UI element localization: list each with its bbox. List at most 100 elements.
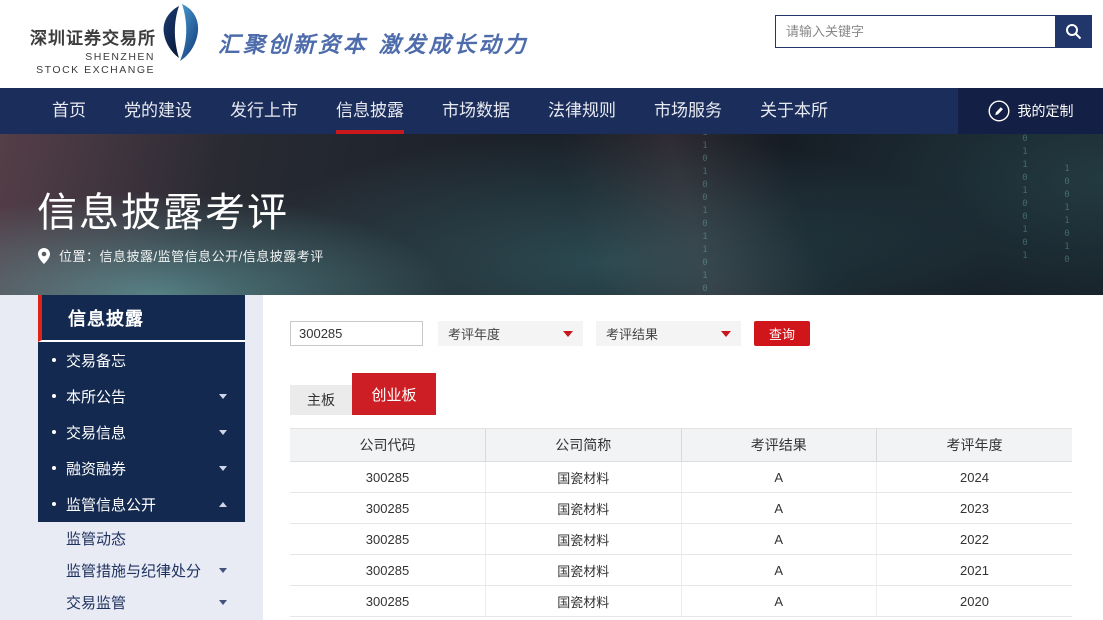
cell-eval-year: 2023 <box>877 493 1073 524</box>
sidebar-submenu: 监管动态 监管措施与纪律处分 交易监管 <box>38 522 245 618</box>
sidebar-item-label: 交易信息 <box>66 422 219 443</box>
table-row: 300285 国瓷材料 A 2023 <box>290 493 1072 524</box>
sidebar-item-label: 融资融券 <box>66 458 219 479</box>
search-input[interactable] <box>775 15 1055 48</box>
tab-main-board[interactable]: 主板 <box>290 385 352 415</box>
sidebar-item-regulatory-disclosure[interactable]: 监管信息公开 <box>38 486 245 522</box>
content-area: 信息披露 交易备忘 本所公告 交易信息 <box>0 295 1103 620</box>
company-code-input[interactable] <box>290 321 423 346</box>
nav-items: 首页 党的建设 发行上市 信息披露 市场数据 法律规则 市场服务 关于本所 <box>52 88 1103 134</box>
sidebar-item-trading-info[interactable]: 交易信息 <box>38 414 245 450</box>
sidebar-item-trading-memo[interactable]: 交易备忘 <box>38 342 245 378</box>
page-title: 信息披露考评 <box>37 180 289 238</box>
col-header-eval-year: 考评年度 <box>877 429 1073 462</box>
nav-item-listing[interactable]: 发行上市 <box>230 88 298 134</box>
cell-eval-year: 2020 <box>877 586 1073 617</box>
search-icon <box>1065 23 1082 40</box>
chevron-down-icon <box>219 466 227 471</box>
col-header-eval-result: 考评结果 <box>681 429 877 462</box>
dropdown-arrow-icon <box>721 331 731 337</box>
cell-company-name: 国瓷材料 <box>486 555 682 586</box>
slogan: 汇聚创新资本 激发成长动力 <box>218 27 529 59</box>
table-header-row: 公司代码 公司简称 考评结果 考评年度 <box>290 429 1072 462</box>
sidebar-subitem-measures-discipline[interactable]: 监管措施与纪律处分 <box>38 554 245 586</box>
sidebar-subitem-trading-supervision[interactable]: 交易监管 <box>38 586 245 618</box>
my-customization-button[interactable]: 我的定制 <box>958 88 1103 134</box>
col-header-company-name: 公司简称 <box>486 429 682 462</box>
nav-item-about[interactable]: 关于本所 <box>760 88 828 134</box>
cell-company-name: 国瓷材料 <box>486 524 682 555</box>
cell-eval-year: 2024 <box>877 462 1073 493</box>
breadcrumb: 位置：信息披露/监管信息公开/信息披露考评 <box>38 246 324 265</box>
sidebar-item-label: 本所公告 <box>66 386 219 407</box>
chevron-down-icon <box>219 430 227 435</box>
sidebar-title: 信息披露 <box>38 295 245 342</box>
nav-item-disclosure[interactable]: 信息披露 <box>336 88 404 134</box>
evaluation-table: 公司代码 公司简称 考评结果 考评年度 300285 国瓷材料 A 2024 3… <box>290 428 1072 617</box>
main-panel: 考评年度 考评结果 查询 主板 创业板 公司代码 公司简称 考评结果 考评年度 <box>263 295 1103 620</box>
cell-eval-result: A <box>681 586 877 617</box>
sidebar-menu: 交易备忘 本所公告 交易信息 融资融券 <box>38 342 245 522</box>
table-row: 300285 国瓷材料 A 2020 <box>290 586 1072 617</box>
sidebar-item-margin-trading[interactable]: 融资融券 <box>38 450 245 486</box>
cell-eval-year: 2021 <box>877 555 1073 586</box>
cell-eval-year: 2022 <box>877 524 1073 555</box>
dropdown-arrow-icon <box>563 331 573 337</box>
breadcrumb-text: 位置：信息披露/监管信息公开/信息披露考评 <box>59 246 324 265</box>
sidebar-item-announcements[interactable]: 本所公告 <box>38 378 245 414</box>
nav-item-party-building[interactable]: 党的建设 <box>124 88 192 134</box>
sidebar-subitem-label: 交易监管 <box>66 592 219 613</box>
evaluation-result-label: 考评结果 <box>606 324 658 343</box>
chevron-down-icon <box>219 600 227 605</box>
page: 深圳证券交易所 SHENZHEN STOCK EXCHANGE 汇聚创新资本 激… <box>0 0 1103 620</box>
top-header: 深圳证券交易所 SHENZHEN STOCK EXCHANGE 汇聚创新资本 激… <box>0 0 1103 88</box>
chevron-up-icon <box>219 502 227 507</box>
col-header-company-code: 公司代码 <box>290 429 486 462</box>
cell-eval-result: A <box>681 493 877 524</box>
evaluation-year-select[interactable]: 考评年度 <box>438 321 583 346</box>
sidebar-item-label: 交易备忘 <box>66 350 227 371</box>
cell-eval-result: A <box>681 524 877 555</box>
logo-text: 深圳证券交易所 SHENZHEN STOCK EXCHANGE <box>30 24 155 77</box>
logo-name-en-line2: STOCK EXCHANGE <box>30 64 155 77</box>
bullet-icon <box>52 466 56 470</box>
main-navbar: 首页 党的建设 发行上市 信息披露 市场数据 法律规则 市场服务 关于本所 我的… <box>0 88 1103 134</box>
sidebar-title-label: 信息披露 <box>68 305 144 331</box>
table-row: 300285 国瓷材料 A 2024 <box>290 462 1072 493</box>
chevron-down-icon <box>219 568 227 573</box>
binary-decoration: 10011010 <box>1062 164 1072 268</box>
tab-chinext-board[interactable]: 创业板 <box>352 373 436 415</box>
nav-item-home[interactable]: 首页 <box>52 88 86 134</box>
szse-logo-icon <box>158 4 202 64</box>
table-row: 300285 国瓷材料 A 2021 <box>290 555 1072 586</box>
evaluation-result-select[interactable]: 考评结果 <box>596 321 741 346</box>
cell-company-code: 300285 <box>290 555 486 586</box>
cell-eval-result: A <box>681 462 877 493</box>
cell-company-name: 国瓷材料 <box>486 586 682 617</box>
cell-company-code: 300285 <box>290 462 486 493</box>
binary-decoration: 0110100101 <box>1020 134 1030 264</box>
logo-name-cn: 深圳证券交易所 <box>30 24 155 49</box>
search-box <box>775 15 1092 48</box>
my-customization-label: 我的定制 <box>1018 101 1074 121</box>
bullet-icon <box>52 430 56 434</box>
nav-item-market-data[interactable]: 市场数据 <box>442 88 510 134</box>
bullet-icon <box>52 394 56 398</box>
evaluation-year-label: 考评年度 <box>448 324 500 343</box>
nav-item-services[interactable]: 市场服务 <box>654 88 722 134</box>
location-pin-icon <box>38 248 50 264</box>
search-button[interactable] <box>1055 15 1092 48</box>
nav-item-rules[interactable]: 法律规则 <box>548 88 616 134</box>
bullet-icon <box>52 358 56 362</box>
cell-company-name: 国瓷材料 <box>486 462 682 493</box>
sidebar-subitem-label: 监管措施与纪律处分 <box>66 560 219 581</box>
sidebar-subitem-label: 监管动态 <box>66 528 227 549</box>
cell-company-code: 300285 <box>290 586 486 617</box>
table-row: 300285 国瓷材料 A 2022 <box>290 524 1072 555</box>
edit-pencil-icon <box>988 100 1010 122</box>
logo-name-en: SHENZHEN STOCK EXCHANGE <box>30 51 155 77</box>
bullet-icon <box>52 502 56 506</box>
sidebar-subitem-regulatory-news[interactable]: 监管动态 <box>38 522 245 554</box>
query-button[interactable]: 查询 <box>754 321 810 346</box>
cell-company-name: 国瓷材料 <box>486 493 682 524</box>
